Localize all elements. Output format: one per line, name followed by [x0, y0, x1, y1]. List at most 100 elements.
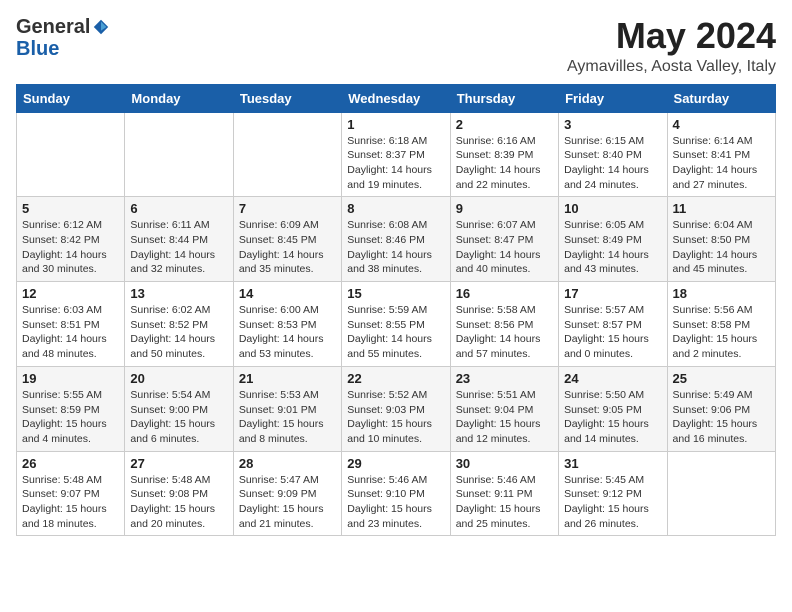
- table-row: 15 Sunrise: 5:59 AM Sunset: 8:55 PM Dayli…: [342, 282, 450, 367]
- day-number: 16: [456, 286, 553, 301]
- day-number: 27: [130, 456, 227, 471]
- day-info: Sunrise: 5:55 AM Sunset: 8:59 PM Dayligh…: [22, 388, 119, 447]
- table-row: 14Sunrise: 6:00 AM Sunset: 8:53 PM Dayli…: [233, 282, 341, 367]
- table-row: 12 Sunrise: 6:03 AM Sunset: 8:51 PM Dayli…: [17, 282, 125, 367]
- title-area: May 2024 Aymavilles, Aosta Valley, Italy: [567, 16, 776, 76]
- table-row: 17Sunrise: 5:57 AM Sunset: 8:57 PM Dayli…: [559, 282, 667, 367]
- day-number: 6: [130, 201, 227, 216]
- day-number: 7: [239, 201, 336, 216]
- calendar-header-row: Sunday Monday Tuesday Wednesday Thursday…: [17, 84, 776, 112]
- table-row: 20 Sunrise: 5:54 AM Sunset: 9:00 PM Dayli…: [125, 366, 233, 451]
- table-row: 2 Sunrise: 6:16 AM Sunset: 8:39 PM Daylig…: [450, 112, 558, 197]
- col-wednesday: Wednesday: [342, 84, 450, 112]
- calendar-week-4: 26 Sunrise: 5:48 AM Sunset: 9:07 PM Dayli…: [17, 451, 776, 536]
- day-info: Sunrise: 6:11 AM Sunset: 8:44 PM Dayligh…: [130, 218, 227, 277]
- day-number: 21: [239, 371, 336, 386]
- col-saturday: Saturday: [667, 84, 775, 112]
- table-row: 7 Sunrise: 6:09 AM Sunset: 8:45 PM Daylig…: [233, 197, 341, 282]
- header: General Blue May 2024 Aymavilles, Aosta …: [16, 16, 776, 76]
- calendar-week-1: 5Sunrise: 6:12 AM Sunset: 8:42 PM Daylig…: [17, 197, 776, 282]
- table-row: 21 Sunrise: 5:53 AM Sunset: 9:01 PM Dayli…: [233, 366, 341, 451]
- day-info: Sunrise: 6:18 AM Sunset: 8:37 PM Dayligh…: [347, 134, 444, 193]
- table-row: 24 Sunrise: 5:50 AM Sunset: 9:05 PM Dayli…: [559, 366, 667, 451]
- day-number: 14: [239, 286, 336, 301]
- day-info: Sunrise: 6:15 AM Sunset: 8:40 PM Dayligh…: [564, 134, 661, 193]
- day-number: 25: [673, 371, 770, 386]
- day-info: Sunrise: 5:58 AM Sunset: 8:56 PM Dayligh…: [456, 303, 553, 362]
- day-info: Sunrise: 5:53 AM Sunset: 9:01 PM Dayligh…: [239, 388, 336, 447]
- day-info: Sunrise: 6:05 AM Sunset: 8:49 PM Dayligh…: [564, 218, 661, 277]
- table-row: 30Sunrise: 5:46 AM Sunset: 9:11 PM Dayli…: [450, 451, 558, 536]
- day-number: 31: [564, 456, 661, 471]
- day-info: Sunrise: 5:51 AM Sunset: 9:04 PM Dayligh…: [456, 388, 553, 447]
- table-row: 29Sunrise: 5:46 AM Sunset: 9:10 PM Dayli…: [342, 451, 450, 536]
- table-row: 26 Sunrise: 5:48 AM Sunset: 9:07 PM Dayli…: [17, 451, 125, 536]
- calendar-week-0: 1Sunrise: 6:18 AM Sunset: 8:37 PM Daylig…: [17, 112, 776, 197]
- day-info: Sunrise: 6:09 AM Sunset: 8:45 PM Dayligh…: [239, 218, 336, 277]
- month-title: May 2024: [567, 16, 776, 56]
- table-row: [667, 451, 775, 536]
- day-number: 12: [22, 286, 119, 301]
- day-number: 26: [22, 456, 119, 471]
- day-number: 24: [564, 371, 661, 386]
- table-row: 8 Sunrise: 6:08 AM Sunset: 8:46 PM Daylig…: [342, 197, 450, 282]
- day-number: 18: [673, 286, 770, 301]
- table-row: 25Sunrise: 5:49 AM Sunset: 9:06 PM Dayli…: [667, 366, 775, 451]
- logo: General Blue: [16, 16, 110, 60]
- location-title: Aymavilles, Aosta Valley, Italy: [567, 58, 776, 76]
- day-info: Sunrise: 6:16 AM Sunset: 8:39 PM Dayligh…: [456, 134, 553, 193]
- table-row: 27 Sunrise: 5:48 AM Sunset: 9:08 PM Dayli…: [125, 451, 233, 536]
- day-number: 28: [239, 456, 336, 471]
- day-number: 3: [564, 117, 661, 132]
- table-row: 28 Sunrise: 5:47 AM Sunset: 9:09 PM Dayli…: [233, 451, 341, 536]
- day-info: Sunrise: 5:54 AM Sunset: 9:00 PM Dayligh…: [130, 388, 227, 447]
- day-info: Sunrise: 5:57 AM Sunset: 8:57 PM Dayligh…: [564, 303, 661, 362]
- day-number: 20: [130, 371, 227, 386]
- table-row: 6 Sunrise: 6:11 AM Sunset: 8:44 PM Daylig…: [125, 197, 233, 282]
- day-info: Sunrise: 5:50 AM Sunset: 9:05 PM Dayligh…: [564, 388, 661, 447]
- logo-icon: [92, 18, 110, 36]
- table-row: [17, 112, 125, 197]
- day-number: 4: [673, 117, 770, 132]
- table-row: 18 Sunrise: 5:56 AM Sunset: 8:58 PM Dayli…: [667, 282, 775, 367]
- table-row: [233, 112, 341, 197]
- day-info: Sunrise: 6:03 AM Sunset: 8:51 PM Dayligh…: [22, 303, 119, 362]
- table-row: 11Sunrise: 6:04 AM Sunset: 8:50 PM Dayli…: [667, 197, 775, 282]
- day-info: Sunrise: 5:46 AM Sunset: 9:11 PM Dayligh…: [456, 473, 553, 532]
- day-info: Sunrise: 6:02 AM Sunset: 8:52 PM Dayligh…: [130, 303, 227, 362]
- day-number: 8: [347, 201, 444, 216]
- day-number: 9: [456, 201, 553, 216]
- table-row: 4 Sunrise: 6:14 AM Sunset: 8:41 PM Daylig…: [667, 112, 775, 197]
- table-row: 5Sunrise: 6:12 AM Sunset: 8:42 PM Daylig…: [17, 197, 125, 282]
- day-info: Sunrise: 5:56 AM Sunset: 8:58 PM Dayligh…: [673, 303, 770, 362]
- table-row: 10Sunrise: 6:05 AM Sunset: 8:49 PM Dayli…: [559, 197, 667, 282]
- col-thursday: Thursday: [450, 84, 558, 112]
- col-friday: Friday: [559, 84, 667, 112]
- calendar-week-3: 19Sunrise: 5:55 AM Sunset: 8:59 PM Dayli…: [17, 366, 776, 451]
- col-sunday: Sunday: [17, 84, 125, 112]
- table-row: 9Sunrise: 6:07 AM Sunset: 8:47 PM Daylig…: [450, 197, 558, 282]
- day-number: 22: [347, 371, 444, 386]
- table-row: 31 Sunrise: 5:45 AM Sunset: 9:12 PM Dayli…: [559, 451, 667, 536]
- col-tuesday: Tuesday: [233, 84, 341, 112]
- day-info: Sunrise: 6:14 AM Sunset: 8:41 PM Dayligh…: [673, 134, 770, 193]
- day-number: 2: [456, 117, 553, 132]
- day-info: Sunrise: 5:45 AM Sunset: 9:12 PM Dayligh…: [564, 473, 661, 532]
- day-info: Sunrise: 6:08 AM Sunset: 8:46 PM Dayligh…: [347, 218, 444, 277]
- table-row: 16 Sunrise: 5:58 AM Sunset: 8:56 PM Dayli…: [450, 282, 558, 367]
- day-info: Sunrise: 5:59 AM Sunset: 8:55 PM Dayligh…: [347, 303, 444, 362]
- col-monday: Monday: [125, 84, 233, 112]
- day-number: 15: [347, 286, 444, 301]
- day-info: Sunrise: 5:48 AM Sunset: 9:08 PM Dayligh…: [130, 473, 227, 532]
- day-info: Sunrise: 5:52 AM Sunset: 9:03 PM Dayligh…: [347, 388, 444, 447]
- day-number: 11: [673, 201, 770, 216]
- logo-blue: Blue: [16, 38, 59, 60]
- day-info: Sunrise: 5:48 AM Sunset: 9:07 PM Dayligh…: [22, 473, 119, 532]
- calendar-week-2: 12 Sunrise: 6:03 AM Sunset: 8:51 PM Dayli…: [17, 282, 776, 367]
- table-row: [125, 112, 233, 197]
- day-info: Sunrise: 5:46 AM Sunset: 9:10 PM Dayligh…: [347, 473, 444, 532]
- day-info: Sunrise: 5:47 AM Sunset: 9:09 PM Dayligh…: [239, 473, 336, 532]
- calendar-table: Sunday Monday Tuesday Wednesday Thursday…: [16, 84, 776, 537]
- table-row: 13Sunrise: 6:02 AM Sunset: 8:52 PM Dayli…: [125, 282, 233, 367]
- table-row: 19Sunrise: 5:55 AM Sunset: 8:59 PM Dayli…: [17, 366, 125, 451]
